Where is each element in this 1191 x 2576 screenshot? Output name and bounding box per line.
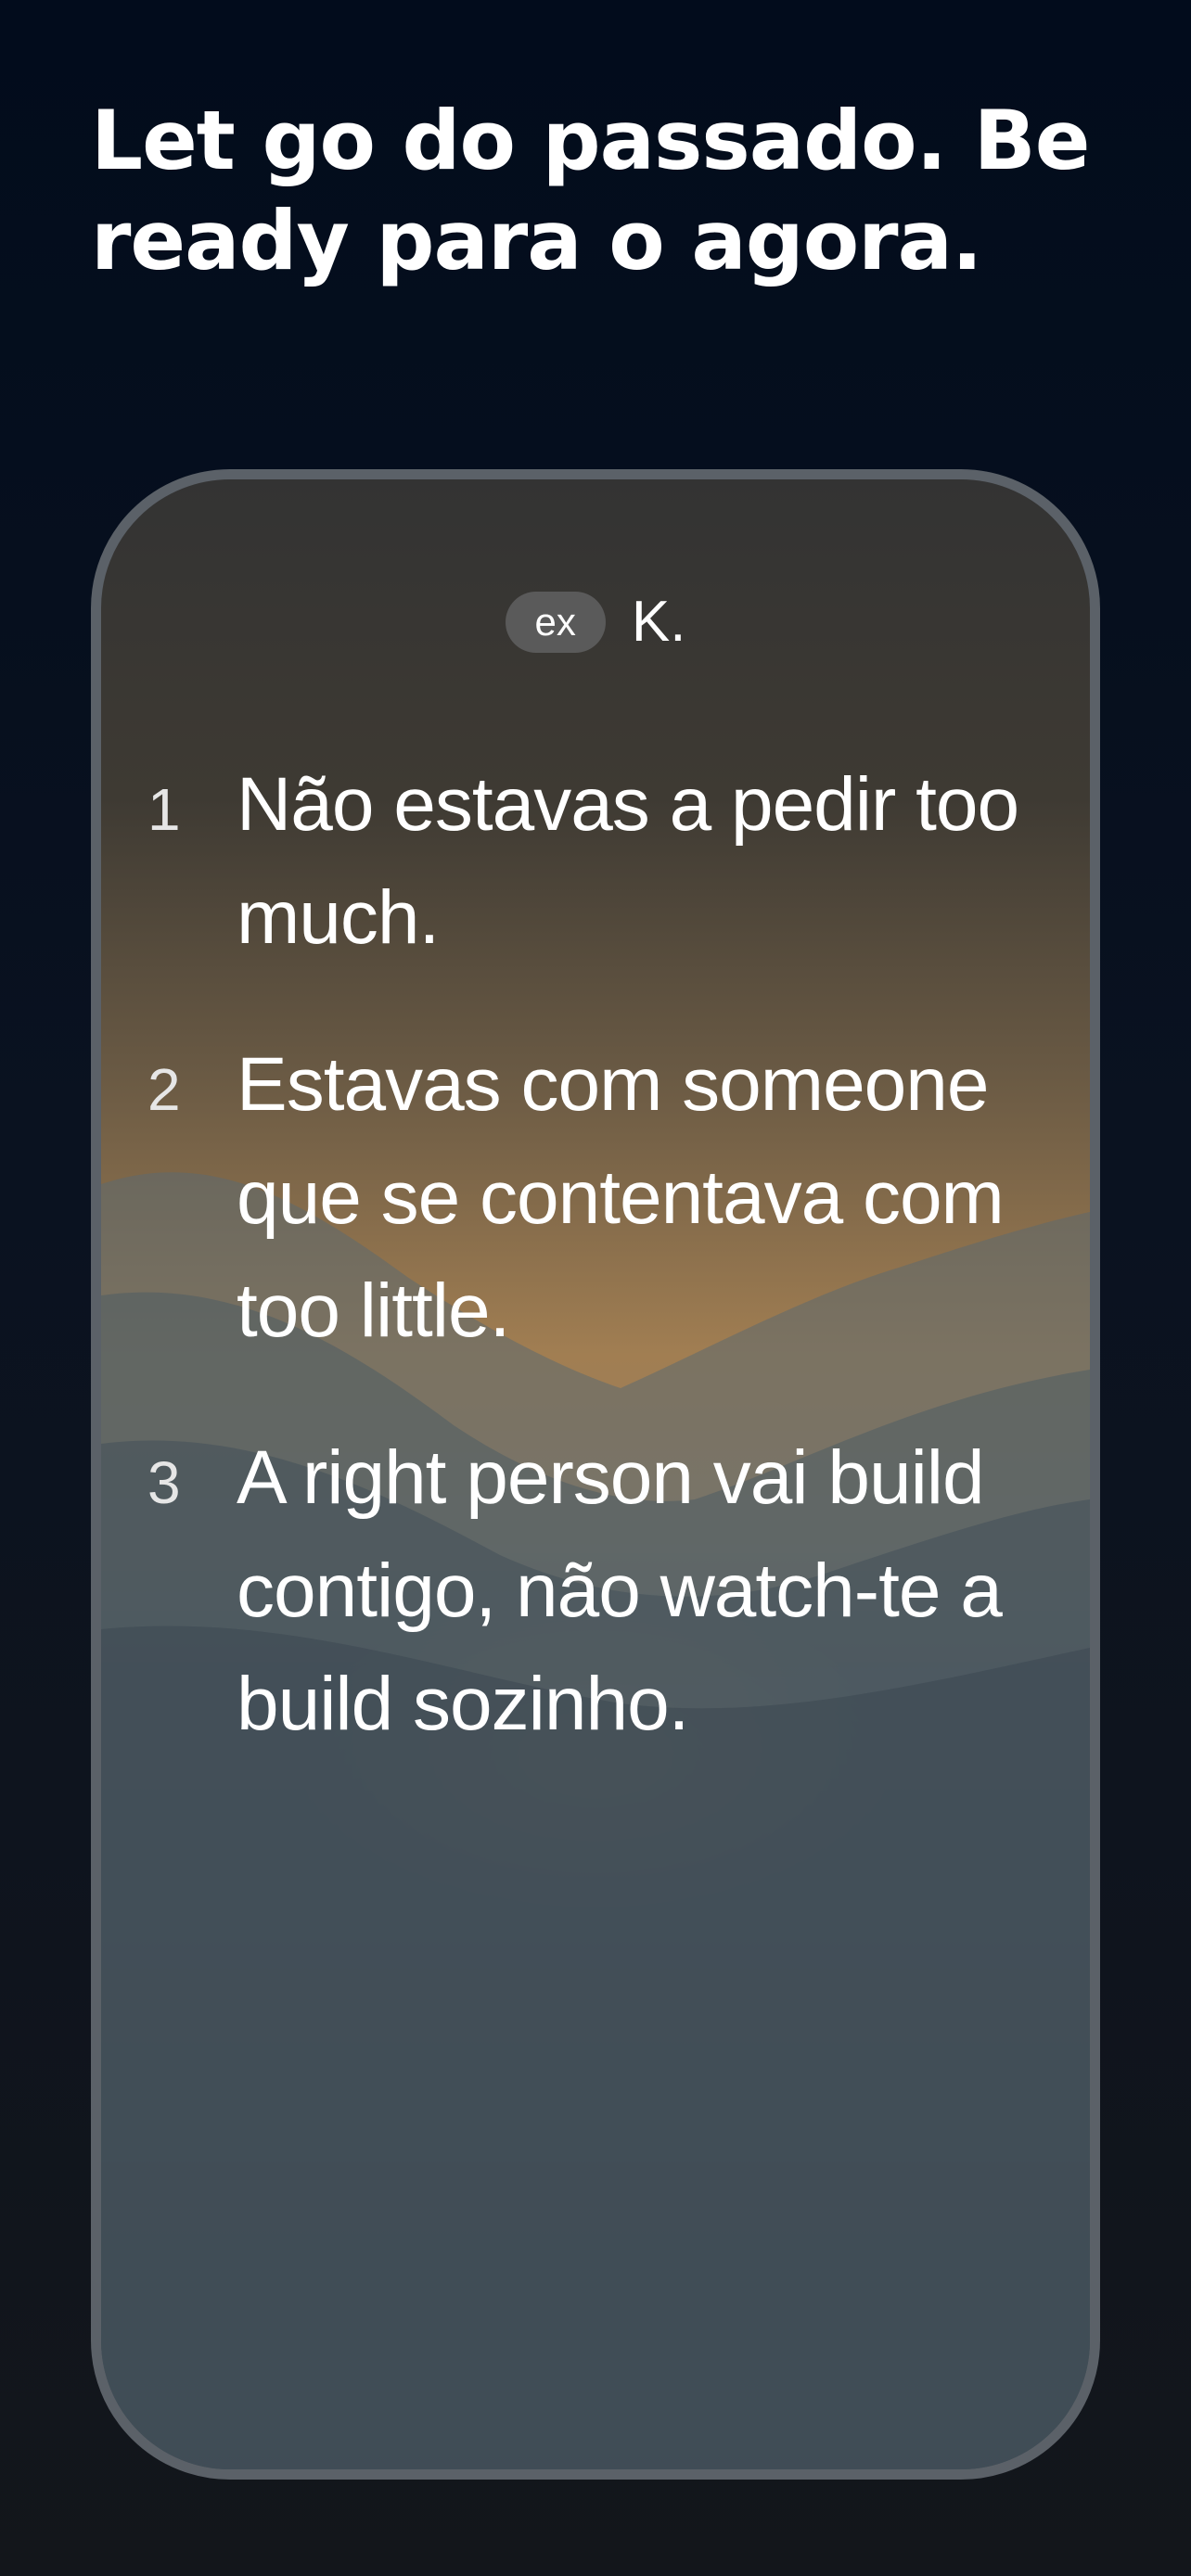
recipient-row: ex K. bbox=[101, 589, 1090, 655]
item-text: A right person vai build contigo, não wa… bbox=[237, 1435, 1003, 1746]
item-text: Não estavas a pedir too much. bbox=[237, 762, 1019, 960]
item-number: 3 bbox=[147, 1449, 181, 1516]
screen: Let go do passado. Be ready para o agora… bbox=[0, 0, 1191, 2576]
phone-card: ex K. 1 Não estavas a pedir too much. 2 … bbox=[91, 469, 1100, 2480]
list-item: 2 Estavas com someone que se contentava … bbox=[147, 1028, 1038, 1368]
numbered-list: 1 Não estavas a pedir too much. 2 Estava… bbox=[147, 748, 1038, 1815]
headline: Let go do passado. Be ready para o agora… bbox=[91, 93, 1090, 288]
item-text: Estavas com someone que se contentava co… bbox=[237, 1042, 1005, 1353]
ex-badge: ex bbox=[505, 591, 606, 653]
list-item: 3 A right person vai build contigo, não … bbox=[147, 1422, 1038, 1761]
item-number: 2 bbox=[147, 1056, 181, 1123]
recipient-name: K. bbox=[631, 590, 686, 654]
item-number: 1 bbox=[147, 776, 181, 843]
list-item: 1 Não estavas a pedir too much. bbox=[147, 748, 1038, 975]
